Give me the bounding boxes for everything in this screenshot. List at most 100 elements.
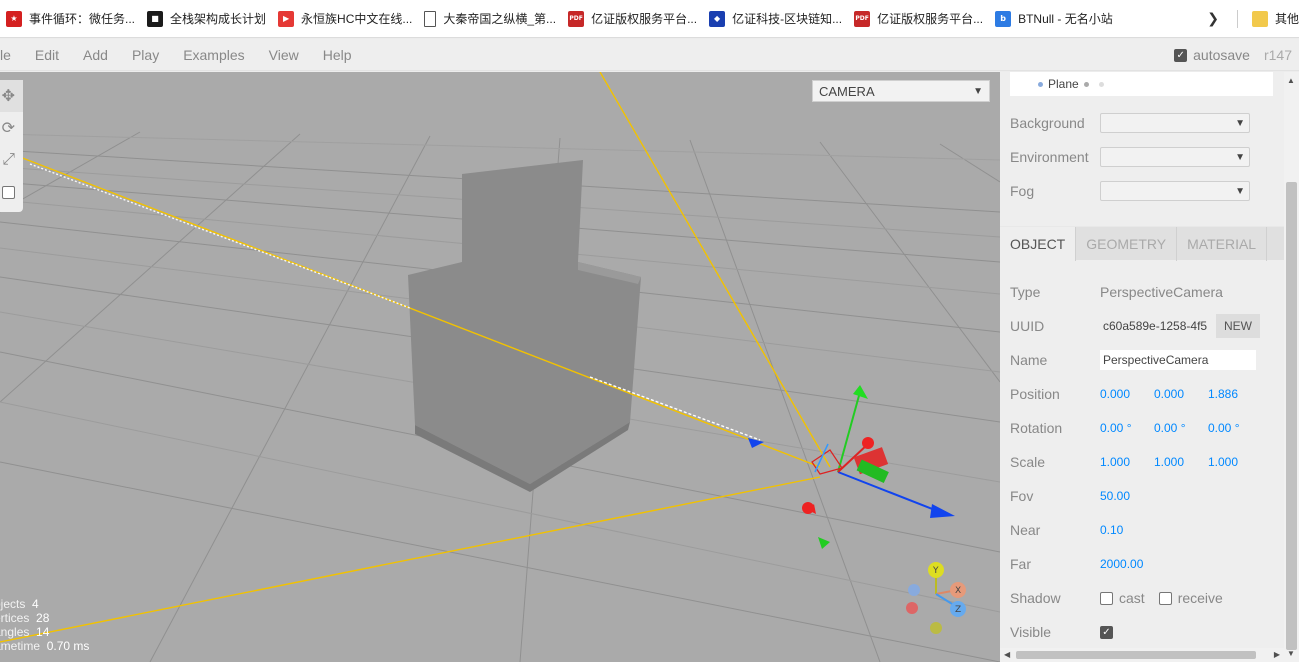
rotation-row: Rotation 0.00 ° 0.00 ° 0.00 ° <box>1010 416 1272 440</box>
bookmark-label: 永恒族HC中文在线... <box>301 12 413 26</box>
play-icon: ▶ <box>278 10 295 27</box>
menubar: le Edit Add Play Examples View Help ✓ au… <box>0 39 1299 71</box>
rotate-icon[interactable]: ⟳ <box>0 112 23 144</box>
horizontal-scrollbar[interactable]: ◀ ▶ <box>1000 648 1284 662</box>
menu-view[interactable]: View <box>257 47 311 63</box>
far-label: Far <box>1010 556 1031 572</box>
fov-value[interactable]: 50.00 <box>1100 489 1154 503</box>
bookmark-item[interactable]: 大秦帝国之纵横_第... <box>418 6 562 32</box>
visible-checkbox[interactable]: ✓ <box>1100 625 1113 639</box>
transform-toolbar: ✥ ⟳ ⤢ <box>0 80 23 212</box>
scene-canvas[interactable]: Y X Z <box>0 72 1000 662</box>
scale-row: Scale 1.000 1.000 1.000 <box>1010 450 1272 474</box>
menu-play[interactable]: Play <box>120 47 171 63</box>
tab-material[interactable]: MATERIAL <box>1177 227 1268 261</box>
far-value[interactable]: 2000.00 <box>1100 557 1154 571</box>
position-z[interactable]: 1.886 <box>1208 387 1262 401</box>
outliner[interactable]: Plane <box>1010 72 1273 96</box>
rotation-x[interactable]: 0.00 ° <box>1100 421 1154 435</box>
uuid-input[interactable]: c60a589e-1258-4f5 <box>1100 316 1212 336</box>
other-bookmarks-folder[interactable]: 其他 <box>1246 6 1299 32</box>
red-flag-icon: ★ <box>6 10 22 27</box>
background-select[interactable]: ▼ <box>1100 113 1250 133</box>
bookmark-item[interactable]: ■ 全栈架构成长计划 <box>141 6 272 32</box>
name-row: Name PerspectiveCamera <box>1010 348 1272 372</box>
menu-help[interactable]: Help <box>311 47 364 63</box>
document-icon <box>424 10 437 27</box>
chevron-down-icon: ▼ <box>1235 185 1245 197</box>
position-x[interactable]: 0.000 <box>1100 387 1154 401</box>
menu-edit[interactable]: Edit <box>23 47 71 63</box>
bookmark-label: BTNull - 无名小站 <box>1018 12 1113 26</box>
menu-add[interactable]: Add <box>71 47 120 63</box>
shadow-row: Shadow cast receive <box>1010 586 1272 610</box>
uuid-label: UUID <box>1010 318 1045 334</box>
near-label: Near <box>1010 522 1041 538</box>
environment-select[interactable]: ▼ <box>1100 147 1250 167</box>
bookmark-item[interactable]: PDF 亿证版权服务平台... <box>848 6 989 32</box>
tab-object[interactable]: OBJECT <box>1000 227 1077 261</box>
menu-file[interactable]: le <box>0 47 23 63</box>
position-y[interactable]: 0.000 <box>1154 387 1208 401</box>
position-row: Position 0.000 0.000 1.886 <box>1010 382 1272 406</box>
material-dot-icon <box>1098 81 1104 87</box>
fog-label: Fog <box>1010 183 1035 199</box>
menu-examples[interactable]: Examples <box>171 47 256 63</box>
outliner-item-plane[interactable]: Plane <box>1048 77 1079 91</box>
bookmark-item[interactable]: PDF 亿证版权服务平台... <box>562 6 703 32</box>
info-objects: ojects 4 <box>0 597 39 611</box>
scroll-down-icon[interactable]: ▼ <box>1287 649 1295 658</box>
rotation-z[interactable]: 0.00 ° <box>1208 421 1262 435</box>
cast-shadow-checkbox[interactable] <box>1100 591 1113 605</box>
fog-select[interactable]: ▼ <box>1100 181 1250 201</box>
translate-icon[interactable]: ✥ <box>0 80 23 112</box>
fov-row: Fov 50.00 <box>1010 484 1272 508</box>
local-checkbox[interactable] <box>2 185 15 199</box>
vertical-scrollbar[interactable]: ▲ ▼ <box>1284 72 1299 662</box>
bookmark-label: 亿证版权服务平台... <box>591 12 698 26</box>
bookmark-item[interactable]: b BTNull - 无名小站 <box>989 6 1119 32</box>
local-toggle[interactable] <box>0 176 23 208</box>
bookmark-label: 事件循环：微任务... <box>29 12 136 26</box>
tab-geometry[interactable]: GEOMETRY <box>1076 227 1178 261</box>
bookmark-item[interactable]: ▶ 永恒族HC中文在线... <box>272 6 418 32</box>
folder-icon <box>1251 10 1268 27</box>
diamond-logo-icon: ◆ <box>709 10 726 27</box>
transform-gizmo <box>748 385 955 549</box>
scale-icon[interactable]: ⤢ <box>0 144 23 176</box>
name-label: Name <box>1010 352 1048 368</box>
rotation-y[interactable]: 0.00 ° <box>1154 421 1208 435</box>
pdf-icon: PDF <box>568 10 585 27</box>
shadow-label: Shadow <box>1010 590 1061 606</box>
scale-x[interactable]: 1.000 <box>1100 455 1154 469</box>
fog-row: Fog ▼ <box>1010 179 1272 203</box>
viewport[interactable]: Y X Z CAMERA ▼ ✥ ⟳ ⤢ ojects 4 ertices 28… <box>0 72 1000 662</box>
bookmark-item[interactable]: ★ 事件循环：微任务... <box>0 6 141 32</box>
scroll-up-icon[interactable]: ▲ <box>1287 76 1295 85</box>
scene-info: ojects 4 ertices 28 angles 14 ametime 0.… <box>0 597 89 653</box>
scale-y[interactable]: 1.000 <box>1154 455 1208 469</box>
new-uuid-button[interactable]: NEW <box>1216 314 1260 338</box>
cast-label: cast <box>1119 590 1145 606</box>
scale-label: Scale <box>1010 454 1046 470</box>
scroll-right-icon[interactable]: ▶ <box>1274 650 1280 659</box>
name-input[interactable]: PerspectiveCamera <box>1100 350 1256 370</box>
near-value[interactable]: 0.10 <box>1100 523 1154 537</box>
bookmark-label: 亿证科技-区块链知... <box>732 12 843 26</box>
bookmark-item[interactable]: ◆ 亿证科技-区块链知... <box>703 6 848 32</box>
autosave-checkbox[interactable]: ✓ <box>1174 48 1188 62</box>
scroll-left-icon[interactable]: ◀ <box>1004 650 1010 659</box>
vertical-scrollbar-thumb[interactable] <box>1286 182 1297 650</box>
chevron-right-icon[interactable]: ❯ <box>1207 10 1219 27</box>
receive-shadow-checkbox[interactable] <box>1158 591 1172 605</box>
autosave-label: autosave <box>1193 47 1250 63</box>
chevron-down-icon: ▼ <box>1235 117 1245 129</box>
horizontal-scrollbar-thumb[interactable] <box>1016 651 1256 659</box>
chevron-down-icon: ▼ <box>973 85 983 97</box>
scale-z[interactable]: 1.000 <box>1208 455 1262 469</box>
view-helper-gizmo: Y X Z <box>906 562 966 634</box>
info-vertices: ertices 28 <box>0 611 50 625</box>
camera-select[interactable]: CAMERA ▼ <box>812 80 990 102</box>
position-label: Position <box>1010 386 1060 402</box>
far-row: Far 2000.00 <box>1010 552 1272 576</box>
